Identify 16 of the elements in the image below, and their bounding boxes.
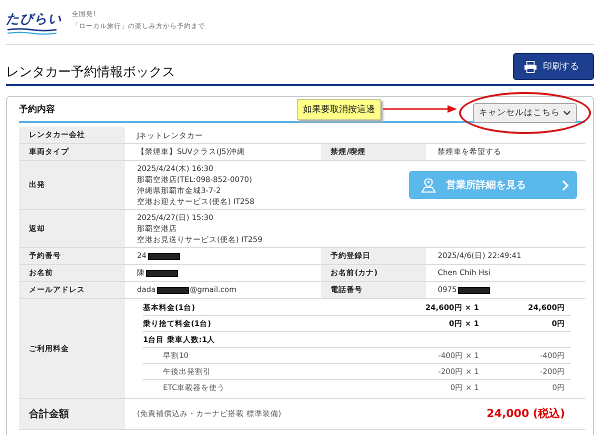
printer-icon (524, 60, 537, 72)
total-amount: 24,000 (税込) (486, 408, 566, 420)
print-button[interactable]: 印刷する (513, 53, 594, 80)
total-label: 合計金額 (19, 398, 125, 430)
cancel-button[interactable]: キャンセルはこちら (473, 103, 577, 123)
redaction-bar (148, 252, 180, 260)
map-pin-icon (421, 178, 436, 192)
redaction-bar (146, 270, 178, 276)
redaction-bar (156, 286, 189, 294)
section-title: 予約内容 (19, 103, 55, 116)
page-title: レンタカー予約情報ボックス (6, 64, 175, 81)
annotation-callout: 如果要取消按這邊 (297, 98, 381, 120)
logo[interactable]: たびらい (6, 10, 62, 34)
chevron-right-icon (562, 180, 569, 190)
chevron-down-icon (563, 110, 571, 116)
redaction-bar (458, 286, 490, 294)
